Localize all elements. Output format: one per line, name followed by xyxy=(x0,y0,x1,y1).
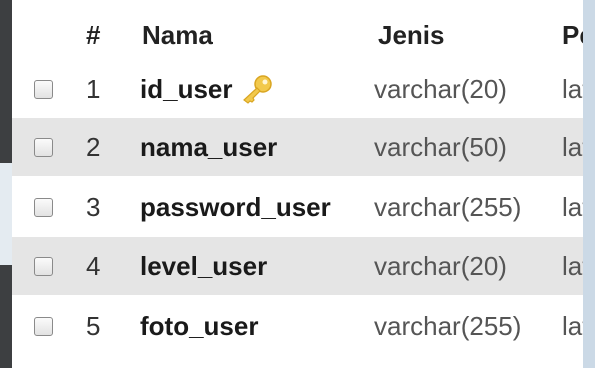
header-type[interactable]: Jenis xyxy=(378,10,445,60)
key-icon xyxy=(239,74,273,104)
column-collation: lat xyxy=(562,250,583,281)
right-background xyxy=(583,0,595,368)
header-name[interactable]: Nama xyxy=(142,10,213,60)
row-name-cell: id_user xyxy=(140,60,273,118)
table-row: 5 foto_user varchar(255) lat xyxy=(12,297,583,355)
column-type: varchar(50) xyxy=(374,131,507,162)
table-row: 3 password_user varchar(255) lat xyxy=(12,178,583,236)
row-checkbox[interactable] xyxy=(34,60,58,118)
header-number: # xyxy=(86,19,101,50)
column-collation: lat xyxy=(562,131,583,162)
checkbox-icon[interactable] xyxy=(34,256,53,276)
row-checkbox[interactable] xyxy=(34,178,58,236)
row-number: 3 xyxy=(86,191,101,222)
checkbox-icon[interactable] xyxy=(34,79,53,99)
table-structure-panel: # Nama Jenis Pe 1 id_user varchar(20) la… xyxy=(12,0,583,368)
column-name[interactable]: nama_user xyxy=(140,118,277,176)
column-type: varchar(255) xyxy=(374,191,522,222)
row-checkbox[interactable] xyxy=(34,118,58,176)
table-row: 4 level_user varchar(20) lat xyxy=(12,237,583,295)
row-number-cell: 1 xyxy=(86,60,100,118)
column-name[interactable]: level_user xyxy=(140,237,267,295)
column-name[interactable]: id_user xyxy=(140,74,233,105)
column-type: varchar(20) xyxy=(374,250,507,281)
row-number: 4 xyxy=(86,250,101,281)
column-collation: lat xyxy=(562,191,583,222)
column-type: varchar(255) xyxy=(374,310,522,341)
column-name[interactable]: foto_user xyxy=(140,297,258,355)
row-checkbox[interactable] xyxy=(34,237,58,295)
left-dark-panel-top xyxy=(0,0,12,163)
table-header-row: # Nama Jenis Pe xyxy=(12,10,583,60)
column-name[interactable]: password_user xyxy=(140,178,331,236)
table-row: 2 nama_user varchar(50) lat xyxy=(12,118,583,176)
row-checkbox[interactable] xyxy=(34,297,58,355)
checkbox-icon[interactable] xyxy=(34,316,53,336)
column-type: varchar(20) xyxy=(374,73,507,104)
column-collation: lat xyxy=(562,73,583,104)
checkbox-icon[interactable] xyxy=(34,197,53,217)
checkbox-icon[interactable] xyxy=(34,137,53,157)
row-number-cell: 2 xyxy=(86,118,100,176)
row-number: 2 xyxy=(86,131,101,162)
row-number-cell: 4 xyxy=(86,237,100,295)
table-row: 1 id_user varchar(20) lat xyxy=(12,60,583,118)
column-collation: lat xyxy=(562,310,583,341)
header-collation[interactable]: Pe xyxy=(562,10,583,60)
row-number: 1 xyxy=(86,73,101,104)
left-dark-panel-bottom xyxy=(0,265,12,368)
row-number: 5 xyxy=(86,310,101,341)
row-number-cell: 3 xyxy=(86,178,100,236)
row-number-cell: 5 xyxy=(86,297,100,355)
